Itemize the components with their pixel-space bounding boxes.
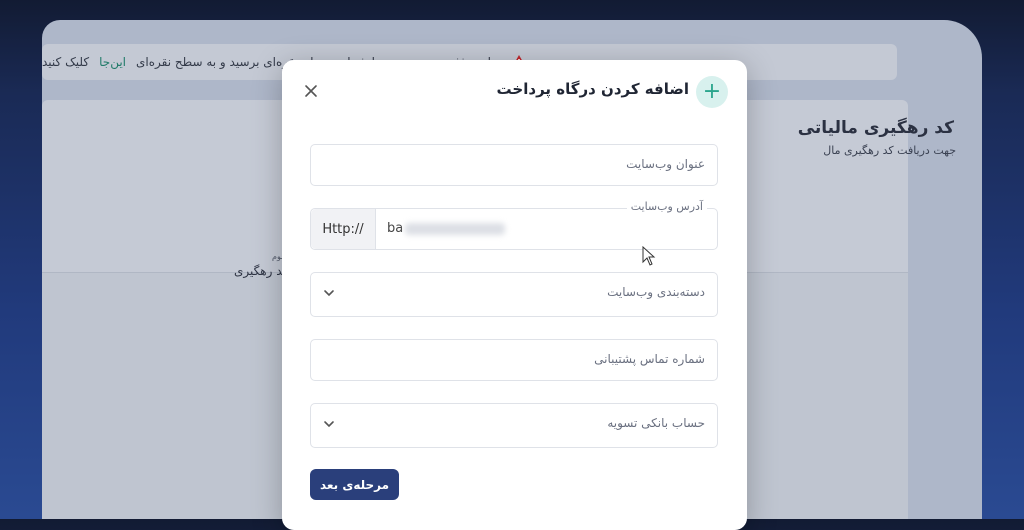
alert-link[interactable]: این‌جا [99, 55, 126, 69]
support-phone-input[interactable]: شماره تماس پشتیبانی [310, 339, 718, 381]
bank-account-placeholder: حساب بانکی تسویه [607, 416, 705, 430]
website-title-placeholder: عنوان وب‌سایت [626, 157, 705, 171]
address-prefix: Http:// [311, 209, 376, 249]
next-step-button[interactable]: مرحله‌ی بعد [310, 469, 399, 500]
mouse-cursor-icon [642, 246, 656, 266]
support-phone-placeholder: شماره تماس پشتیبانی [594, 352, 705, 366]
page-subtitle: جهت دریافت کد رهگیری مال [823, 144, 956, 157]
blurred-text [405, 222, 506, 235]
website-title-input[interactable]: عنوان وب‌سایت [310, 144, 718, 186]
website-address-input[interactable]: آدرس وب‌سایت Http:// ba [310, 200, 718, 250]
website-category-select[interactable]: دسته‌بندی وب‌سایت [310, 272, 718, 317]
modal-title: اضافه کردن درگاه پرداخت [496, 80, 689, 98]
website-address-label: آدرس وب‌سایت [626, 200, 707, 213]
plus-icon: + [696, 76, 728, 108]
add-gateway-modal: اضافه کردن درگاه پرداخت + عنوان وب‌سایت … [282, 60, 747, 530]
bank-account-select[interactable]: حساب بانکی تسویه [310, 403, 718, 448]
address-value: ba [387, 221, 506, 236]
website-category-placeholder: دسته‌بندی وب‌سایت [607, 285, 705, 299]
close-icon[interactable] [302, 82, 320, 100]
alert-suffix: کلیک کنید [42, 55, 90, 69]
page-title: کد رهگیری مالیاتی [797, 118, 954, 138]
chevron-down-icon [324, 421, 334, 428]
chevron-down-icon [324, 290, 334, 297]
